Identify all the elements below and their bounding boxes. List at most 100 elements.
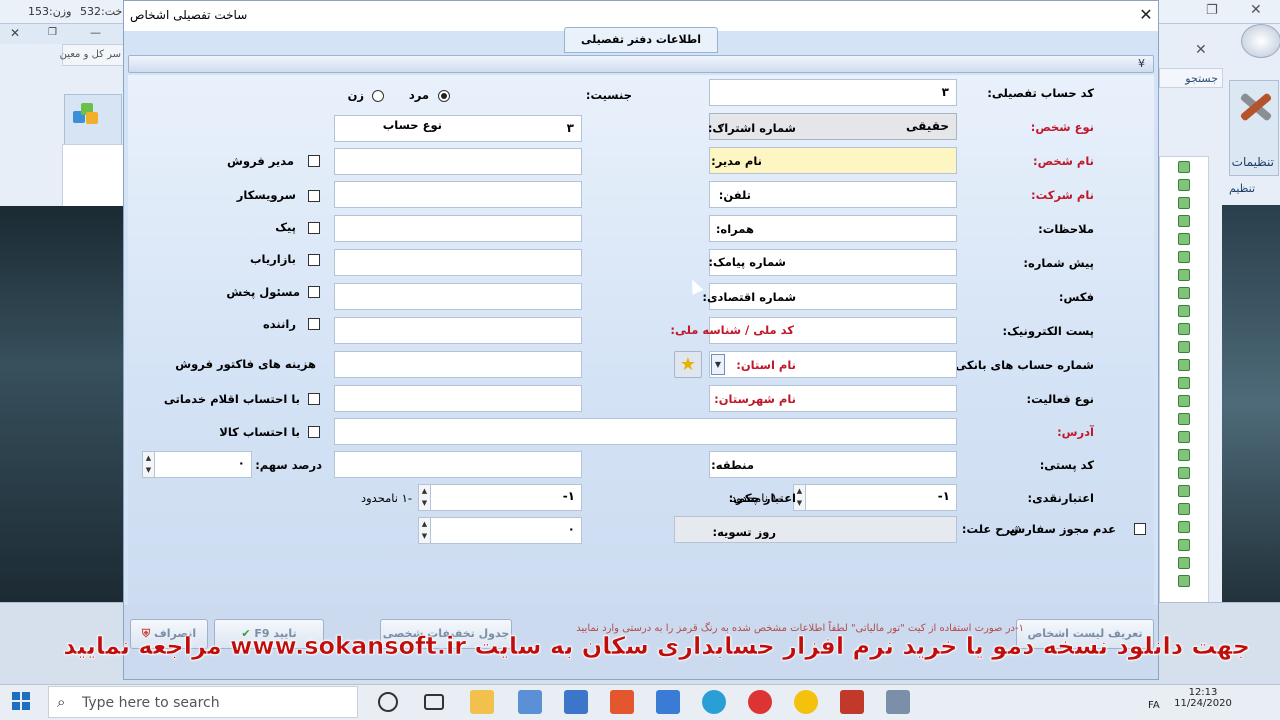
manager-name-field[interactable] (334, 148, 582, 175)
tree-check-icon[interactable] (1178, 269, 1190, 281)
search-tab[interactable]: جستجو (1159, 68, 1223, 88)
subscription-field[interactable]: ۳ (334, 115, 582, 142)
tree-check-icon[interactable] (1178, 467, 1190, 479)
address-field[interactable] (334, 418, 957, 445)
bg-report-button[interactable] (64, 94, 122, 148)
tree-check-icon[interactable] (1178, 377, 1190, 389)
star-icon[interactable]: ★ (674, 351, 702, 378)
bg-subwindow-title-text: سر کل و معین (59, 49, 121, 60)
gender-female-label: زن (347, 88, 364, 102)
tree-check-icon[interactable] (1178, 557, 1190, 569)
app-icon-2[interactable] (564, 690, 588, 714)
settle-spinner-buttons[interactable]: ▲ ▼ (419, 518, 431, 543)
tree-check-icon[interactable] (1178, 521, 1190, 533)
city-field[interactable] (334, 385, 582, 412)
service-items-checkbox[interactable] (308, 393, 320, 405)
sms-field[interactable] (334, 249, 582, 276)
office-icon[interactable] (610, 690, 634, 714)
national-id-field[interactable] (334, 317, 582, 344)
chevron-down-icon[interactable]: ¥ (1138, 57, 1145, 70)
tree-check-icon[interactable] (1178, 215, 1190, 227)
email-label: پست الکترونیک: (1002, 324, 1094, 338)
dialog-title: ساخت تفصیلی اشخاص (130, 8, 248, 22)
role-label-sales-manager: مدیر فروش (227, 154, 294, 168)
role-checkbox-service[interactable] (308, 190, 320, 202)
share-spinner[interactable]: ▲ ▼ ۰ (142, 451, 252, 478)
tree-check-icon[interactable] (1178, 359, 1190, 371)
role-label-driver: راننده (262, 317, 296, 331)
national-id-label: کد ملی / شناسه ملی: (670, 323, 794, 337)
edge-icon[interactable] (702, 690, 726, 714)
search-tab-label: جستجو (1185, 72, 1218, 85)
tree-check-icon[interactable] (1178, 395, 1190, 407)
chrome-icon[interactable] (794, 690, 818, 714)
bg-restore-icon[interactable]: ❐ (48, 27, 57, 38)
role-label-courier: پیک (275, 220, 296, 234)
tree-check-icon[interactable] (1178, 251, 1190, 263)
tree-check-icon[interactable] (1178, 323, 1190, 335)
mobile-field[interactable] (334, 215, 582, 242)
region-field[interactable] (334, 451, 582, 478)
tree-check-icon[interactable] (1178, 503, 1190, 515)
role-checkbox-courier[interactable] (308, 222, 320, 234)
role-checkbox-marketer[interactable] (308, 254, 320, 266)
gender-male-radio[interactable] (438, 90, 450, 102)
wrench-icon (1234, 89, 1274, 127)
share-spinner-buttons[interactable]: ▲ ▼ (143, 452, 155, 477)
language-indicator[interactable]: FA (1148, 700, 1160, 711)
tree-check-icon[interactable] (1178, 179, 1190, 191)
tree-check-icon[interactable] (1178, 413, 1190, 425)
tree-check-icon[interactable] (1178, 341, 1190, 353)
no-order-checkbox[interactable] (1134, 523, 1146, 535)
tab-person-info[interactable]: اطلاعات دفتر تفصیلی اشخاص (564, 27, 718, 70)
goods-checkbox[interactable] (308, 426, 320, 438)
cheque-credit-spinner[interactable]: ▲ ▼ -۱ (418, 484, 582, 511)
restore-icon[interactable]: ❐ (1206, 3, 1218, 18)
tree-check-icon[interactable] (1178, 197, 1190, 209)
economic-field[interactable] (334, 283, 582, 310)
background-close-icon[interactable]: ✕ (1250, 2, 1262, 18)
province-field[interactable] (334, 351, 582, 378)
file-explorer-icon[interactable] (470, 690, 494, 714)
settings-button[interactable]: تنظیمات (1229, 80, 1279, 176)
cheque-credit-spinner-buttons[interactable]: ▲ ▼ (419, 485, 431, 510)
tree-check-icon[interactable] (1178, 431, 1190, 443)
role-checkbox-driver[interactable] (308, 318, 320, 330)
tree-check-icon[interactable] (1178, 305, 1190, 317)
cash-credit-spinner[interactable]: ▲ ▼ -۱ (793, 484, 957, 511)
app-orb-icon[interactable] (1241, 24, 1280, 58)
bg-minimize-icon[interactable]: — (90, 26, 101, 39)
task-view-icon[interactable] (424, 694, 444, 710)
tree-check-icon[interactable] (1178, 161, 1190, 173)
tree-check-icon[interactable] (1178, 485, 1190, 497)
gender-female-radio[interactable] (372, 90, 384, 102)
tree-check-icon[interactable] (1178, 287, 1190, 299)
collapse-bar[interactable]: ¥ (128, 55, 1154, 73)
role-checkbox-sales-manager[interactable] (308, 155, 320, 167)
app-icon-1[interactable] (518, 690, 542, 714)
settle-spinner[interactable]: ▲ ▼ ۰ (418, 517, 582, 544)
clock-time: 12:13 (1188, 687, 1218, 698)
role-checkbox-distribution[interactable] (308, 286, 320, 298)
bg-close-icon[interactable]: ✕ (10, 26, 20, 40)
province-label: نام استان: (736, 358, 796, 372)
detail-code-field[interactable]: ۳ (709, 79, 957, 106)
tree-check-icon[interactable] (1178, 539, 1190, 551)
app-icon-3[interactable] (840, 690, 864, 714)
bg-close-icon-2[interactable]: ✕ (1195, 42, 1221, 62)
cortana-icon[interactable] (378, 692, 398, 712)
phone-field[interactable] (334, 181, 582, 208)
word-icon[interactable] (656, 690, 680, 714)
tree-check-icon[interactable] (1178, 575, 1190, 587)
windows-start-icon[interactable] (12, 692, 30, 710)
taskbar-clock[interactable]: 12:13 11/24/2020 (1168, 687, 1238, 709)
opera-icon[interactable] (748, 690, 772, 714)
role-label-service: سرویسکار (236, 188, 296, 202)
bank-accounts-dropdown-icon[interactable]: ▼ (711, 354, 725, 375)
tree-check-icon[interactable] (1178, 449, 1190, 461)
desktop-wallpaper-right (1222, 205, 1280, 602)
app-icon-4[interactable] (886, 690, 910, 714)
dialog-close-icon[interactable]: ✕ (1134, 3, 1158, 27)
cheque-unlimited-note: -۱ نامحدود (361, 491, 412, 505)
tree-check-icon[interactable] (1178, 233, 1190, 245)
